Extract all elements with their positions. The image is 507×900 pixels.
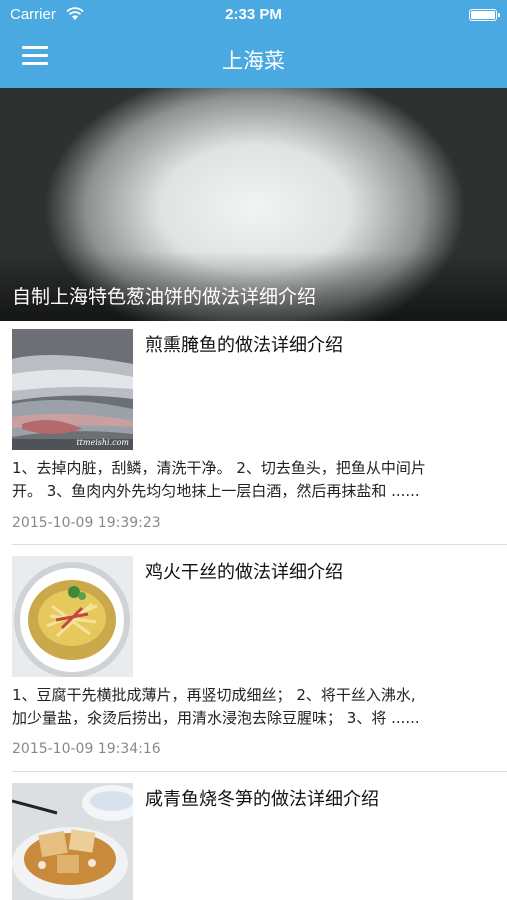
featured-banner[interactable]: 自制上海特色葱油饼的做法详细介绍: [0, 88, 507, 321]
thumb-watermark: ttmeishi.com: [76, 438, 129, 447]
article-title: 煎熏腌鱼的做法详细介绍: [145, 335, 343, 356]
article-title: 鸡火干丝的做法详细介绍: [145, 562, 343, 583]
article-date: 2015-10-09 19:34:16: [12, 741, 161, 757]
article-item[interactable]: 咸青鱼烧冬笋的做法详细介绍: [0, 775, 507, 900]
page-title: 上海菜: [222, 49, 285, 73]
status-bar: Carrier 2:33 PM: [0, 5, 507, 27]
battery-icon: [469, 9, 500, 21]
article-date: 2015-10-09 19:39:23: [12, 515, 161, 531]
divider: [12, 771, 507, 772]
article-thumbnail: [12, 783, 133, 900]
divider: [12, 544, 507, 545]
banner-caption: 自制上海特色葱油饼的做法详细介绍: [12, 286, 317, 308]
article-summary-line-2: 加少量盐，氽烫后捞出，用清水浸泡去除豆腥味； 3、将 ......: [12, 709, 420, 727]
article-item[interactable]: 鸡火干丝的做法详细介绍 1、豆腐干先横批成薄片，再竖切成细丝； 2、将干丝入沸水…: [0, 548, 507, 772]
article-thumbnail: [12, 556, 133, 677]
nav-header: Carrier 2:33 PM 上海菜: [0, 0, 507, 88]
article-summary-line-1: 1、去掉内脏，刮鳞，清洗干净。 2、切去鱼头，把鱼从中间片: [12, 459, 426, 477]
clock: 2:33 PM: [225, 6, 282, 23]
article-item[interactable]: ttmeishi.com 煎熏腌鱼的做法详细介绍 1、去掉内脏，刮鳞，清洗干净。…: [0, 321, 507, 545]
article-thumbnail: ttmeishi.com: [12, 329, 133, 450]
article-summary-line-1: 1、豆腐干先横批成薄片，再竖切成细丝； 2、将干丝入沸水,: [12, 686, 416, 704]
article-title: 咸青鱼烧冬笋的做法详细介绍: [145, 789, 379, 810]
article-summary-line-2: 开。 3、鱼肉内外先均匀地抹上一层白酒，然后再抹盐和 ......: [12, 482, 420, 500]
